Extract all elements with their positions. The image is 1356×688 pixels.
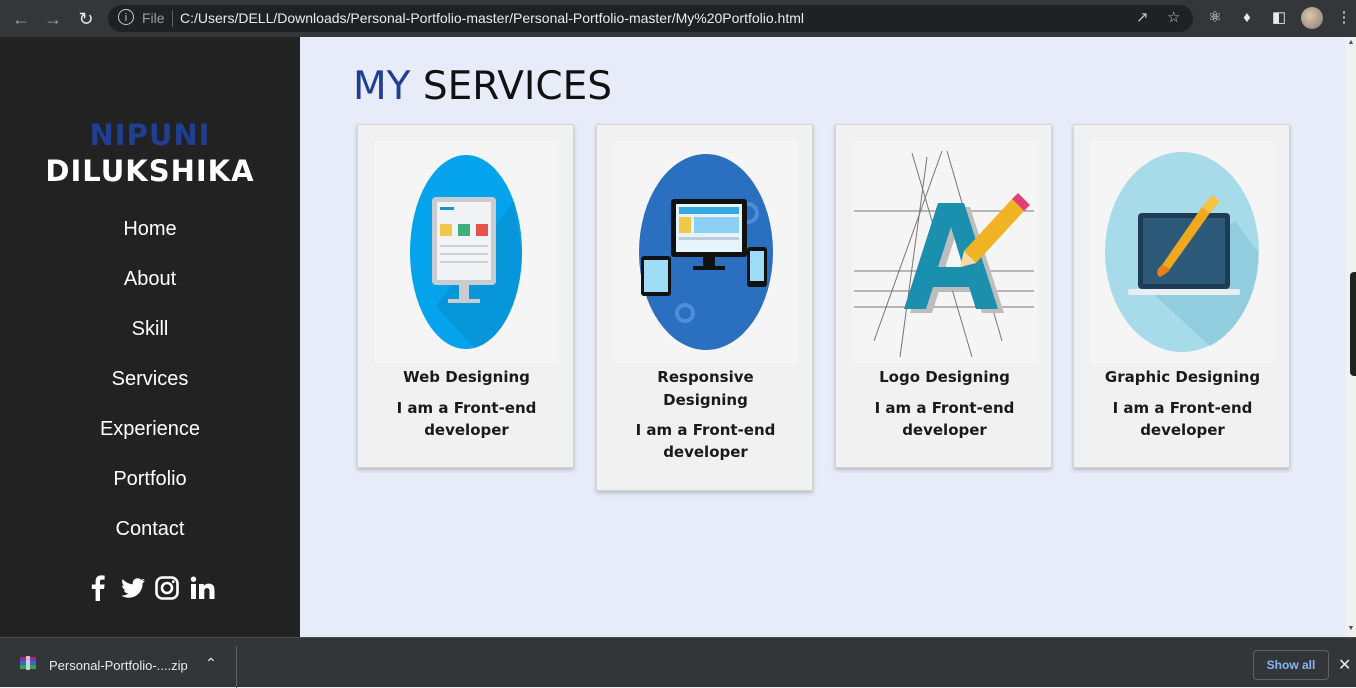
card-title: Logo Designing xyxy=(879,368,1010,386)
card-title: Web Designing xyxy=(403,368,530,386)
title-rest: SERVICES xyxy=(422,64,613,109)
brand-last-name: DILUKSHIKA xyxy=(45,154,255,188)
linkedin-icon[interactable] xyxy=(189,575,215,601)
facebook-icon[interactable] xyxy=(85,575,111,601)
nav-skill[interactable]: Skill xyxy=(0,318,300,341)
logo-design-illustration xyxy=(852,141,1037,363)
card-title: Responsive Designing xyxy=(657,368,754,409)
nav-experience[interactable]: Experience xyxy=(0,418,300,441)
zip-archive-icon xyxy=(20,656,36,670)
protocol-label: File xyxy=(142,10,165,26)
extensions-puzzle-icon[interactable]: ♦ xyxy=(1237,9,1257,27)
side-panel-icon[interactable]: ◧ xyxy=(1269,9,1289,27)
service-card-graphic: Graphic Designing I am a Front-end devel… xyxy=(1073,124,1290,468)
twitter-icon[interactable] xyxy=(120,575,146,601)
nav-services[interactable]: Services xyxy=(0,368,300,391)
title-prefix: MY xyxy=(353,64,411,109)
responsive-design-illustration xyxy=(613,141,798,363)
reload-icon[interactable]: ↻ xyxy=(75,8,97,30)
chevron-up-icon[interactable]: ⌃ xyxy=(205,655,217,672)
show-all-button[interactable]: Show all xyxy=(1253,650,1329,680)
kebab-menu-icon[interactable]: ⋮ xyxy=(1334,9,1354,27)
scroll-down-icon[interactable]: ▼ xyxy=(1347,625,1355,632)
nav-portfolio[interactable]: Portfolio xyxy=(0,468,300,491)
url-text[interactable]: C:/Users/DELL/Downloads/Personal-Portfol… xyxy=(180,10,804,26)
react-devtools-icon[interactable]: ⚛ xyxy=(1205,9,1225,27)
close-icon[interactable]: ✕ xyxy=(1338,655,1351,675)
service-card-web: Web Designing I am a Front-end developer xyxy=(357,124,574,468)
download-divider xyxy=(236,646,237,688)
graphic-design-illustration xyxy=(1090,141,1275,363)
page-title: MY SERVICES xyxy=(353,64,612,109)
address-bar[interactable]: i File C:/Users/DELL/Downloads/Personal-… xyxy=(108,5,1193,32)
scroll-up-icon[interactable]: ▲ xyxy=(1347,39,1355,46)
sidebar: NIPUNI DILUKSHIKA Home About Skill Servi… xyxy=(0,37,300,637)
address-divider xyxy=(172,10,173,27)
services-section: MY SERVICES Web Designing I am a Front-e… xyxy=(300,37,1346,637)
info-icon[interactable]: i xyxy=(118,9,134,25)
back-arrow-icon[interactable]: ← xyxy=(10,8,32,30)
card-description: I am a Front-end developer xyxy=(1112,399,1253,439)
service-card-responsive: Responsive Designing I am a Front-end de… xyxy=(596,124,813,491)
nav-contact[interactable]: Contact xyxy=(0,518,300,541)
web-design-illustration xyxy=(374,141,559,363)
nav-home[interactable]: Home xyxy=(0,218,300,241)
share-icon[interactable]: ↗ xyxy=(1136,9,1149,27)
download-file-name[interactable]: Personal-Portfolio-....zip xyxy=(49,658,188,673)
card-description: I am a Front-end developer xyxy=(874,399,1015,439)
floating-side-tab[interactable] xyxy=(1350,272,1356,376)
download-bar: Personal-Portfolio-....zip ⌃ Show all ✕ xyxy=(0,637,1356,688)
card-description: I am a Front-end developer xyxy=(396,399,537,439)
brand-first-name: NIPUNI xyxy=(89,118,211,152)
instagram-icon[interactable] xyxy=(154,575,180,601)
card-title: Graphic Designing xyxy=(1104,368,1261,386)
forward-arrow-icon[interactable]: → xyxy=(42,8,64,30)
card-description: I am a Front-end developer xyxy=(635,421,776,461)
browser-toolbar: ← → ↻ i File C:/Users/DELL/Downloads/Per… xyxy=(0,0,1356,37)
nav-about[interactable]: About xyxy=(0,268,300,291)
service-card-logo: Logo Designing I am a Front-end develope… xyxy=(835,124,1052,468)
bookmark-star-icon[interactable]: ☆ xyxy=(1167,9,1180,27)
social-links xyxy=(0,575,300,601)
profile-avatar[interactable] xyxy=(1301,7,1323,29)
